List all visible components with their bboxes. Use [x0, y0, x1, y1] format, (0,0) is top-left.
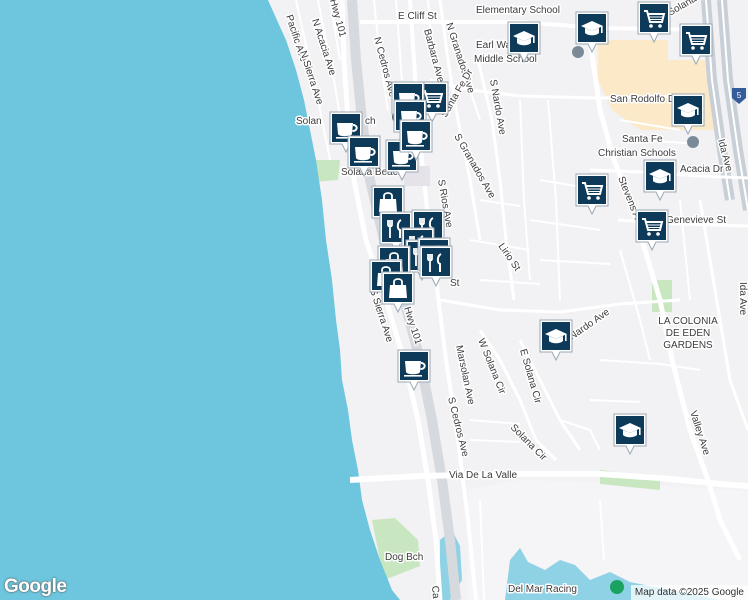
label-solana-beach-top-end: ch [365, 116, 376, 127]
poi-pin-school[interactable] [612, 412, 648, 456]
label-la-colonia-2: DE EDEN [666, 328, 710, 339]
label-solana-beach-top: Solan [296, 116, 322, 127]
poi-pin-school[interactable] [574, 10, 610, 54]
poi-pin-school[interactable] [538, 318, 574, 362]
label-via-de-la-valle: Via De La Valle [449, 470, 517, 481]
fork-knife-icon [419, 245, 453, 288]
graduation-cap-icon [539, 319, 573, 362]
label-santa-fe: Santa Fe [622, 134, 663, 145]
label-del-mar-racing: Del Mar Racing [508, 584, 577, 595]
poi-pin-shopping[interactable] [380, 270, 416, 314]
shopping-cart-icon [637, 1, 671, 44]
coffee-cup-icon [399, 119, 433, 162]
graduation-cap-icon [613, 413, 647, 456]
graduation-cap-icon [575, 11, 609, 54]
shopping-bag-icon [381, 271, 415, 314]
label-dog-beach: Dog Bch [385, 552, 423, 563]
graduation-cap-icon [643, 159, 677, 202]
poi-pin-grocery[interactable] [634, 208, 670, 252]
poi-pin-cafe[interactable] [346, 134, 382, 178]
poi-pin-cafe[interactable] [396, 348, 432, 392]
shopping-cart-icon [679, 23, 713, 66]
label-genevieve-st: Genevieve St [666, 215, 726, 226]
shopping-cart-icon [635, 209, 669, 252]
poi-pin-school[interactable] [670, 92, 706, 136]
label-e-cliff-st: E Cliff St [398, 11, 437, 22]
label-elementary-school: Elementary School [476, 5, 560, 16]
coffee-cup-icon [347, 135, 381, 178]
shopping-cart-icon [575, 173, 609, 216]
google-logo: Google [4, 576, 67, 597]
label-la-colonia-3: GARDENS [663, 340, 713, 351]
poi-pin-school[interactable] [642, 158, 678, 202]
poi-pin-grocery[interactable] [574, 172, 610, 216]
poi-pin-grocery[interactable] [636, 0, 672, 44]
poi-pin-school[interactable] [506, 20, 542, 64]
coffee-cup-icon [397, 349, 431, 392]
label-ca: Ca [429, 585, 441, 599]
label-acacia-dr: Acacia Dr [680, 164, 724, 175]
label-ida-ave-south: Ida Ave [737, 282, 748, 316]
graduation-cap-icon [671, 93, 705, 136]
map-attribution[interactable]: Map data ©2025 Google [630, 585, 748, 600]
poi-pin-restaurant[interactable] [418, 244, 454, 288]
highway-5-label: 5 [737, 91, 742, 100]
label-san-rodolfo-dr: San Rodolfo Dr [610, 94, 679, 105]
poi-pin-cafe[interactable] [398, 118, 434, 162]
racetrack-marker-icon[interactable] [610, 580, 624, 594]
graduation-cap-icon [507, 21, 541, 64]
school-marker-icon[interactable] [687, 136, 699, 148]
poi-pin-grocery[interactable] [678, 22, 714, 66]
label-la-colonia-1: LA COLONIA [658, 316, 718, 327]
